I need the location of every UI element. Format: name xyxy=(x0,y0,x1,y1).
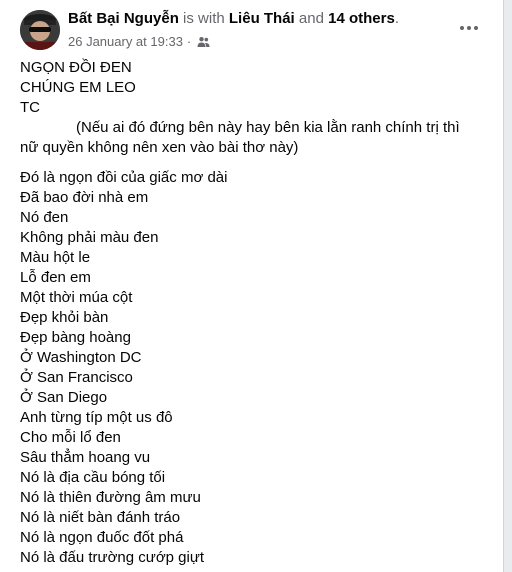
poem-line: Anh từng típ một us đô xyxy=(20,409,173,426)
tagged-person[interactable]: Liêu Thái xyxy=(229,10,295,27)
title-line: TC xyxy=(20,99,40,116)
poem-line: Nó đen xyxy=(20,209,69,226)
note-line-1: (Nếu ai đó đứng bên này hay bên kia lằn … xyxy=(76,119,460,136)
author-note: (Nếu ai đó đứng bên này hay bên kia lằn … xyxy=(20,118,491,158)
meta-separator: · xyxy=(186,34,192,49)
poem-line: Nó là ngọn đuốc đốt phá xyxy=(20,529,184,546)
poem-line: Sâu thẳm hoang vu xyxy=(20,449,151,466)
post-card: Bất Bại Nguyễn is with Liêu Thái and 14 … xyxy=(0,0,504,572)
poem-line: Ở San Francisco xyxy=(20,369,133,386)
with-text: is with xyxy=(183,10,225,27)
post-header: Bất Bại Nguyễn is with Liêu Thái and 14 … xyxy=(68,10,399,27)
poem-line: Cho mỗi lổ đen xyxy=(20,429,121,446)
poem-line: Đó là ngọn đồi của giấc mơ dài xyxy=(20,169,228,186)
poem-line: Màu hột le xyxy=(20,249,91,266)
poem-line: Một thời múa cột xyxy=(20,289,133,306)
note-line-2: nữ quyền không nên xen vào bài thơ này) xyxy=(20,139,299,156)
post-timestamp[interactable]: 26 January at 19:33 xyxy=(68,34,183,49)
and-text: and xyxy=(298,10,324,27)
poem-line: Đã bao đời nhà em xyxy=(20,189,149,206)
more-options-icon xyxy=(460,26,478,30)
post-meta: 26 January at 19:33 · xyxy=(68,34,210,49)
title-line: CHÚNG EM LEO xyxy=(20,79,136,96)
tagged-others[interactable]: 14 others xyxy=(328,10,395,27)
poem-line: Đẹp bàng hoàng xyxy=(20,329,131,346)
poem-line: Lỗ đen em xyxy=(20,269,91,286)
title-line: NGỌN ĐỒI ĐEN xyxy=(20,59,132,76)
poem-line: Ở Washington DC xyxy=(20,349,142,366)
author-name[interactable]: Bất Bại Nguyễn xyxy=(68,10,179,27)
poem-line: Ở San Diego xyxy=(20,389,108,406)
friends-icon[interactable] xyxy=(197,36,210,48)
post-body: NGỌN ĐỒI ĐEN CHÚNG EM LEO TC (Nếu ai đó … xyxy=(20,58,491,568)
poem-line: Đẹp khỏi bàn xyxy=(20,309,109,326)
poem-line: Không phải màu đen xyxy=(20,229,159,246)
poem-line: Nó là đấu trường cướp giựt xyxy=(20,549,205,566)
poem-line: Nó là địa cầu bóng tối xyxy=(20,469,166,486)
more-options-button[interactable] xyxy=(457,18,481,38)
author-avatar[interactable] xyxy=(20,10,60,50)
avatar-image xyxy=(20,10,60,50)
poem-line: Nó là niết bàn đánh tráo xyxy=(20,509,181,526)
header-period: . xyxy=(394,10,399,27)
poem-line: Nó là thiên đường âm mưu xyxy=(20,489,201,506)
